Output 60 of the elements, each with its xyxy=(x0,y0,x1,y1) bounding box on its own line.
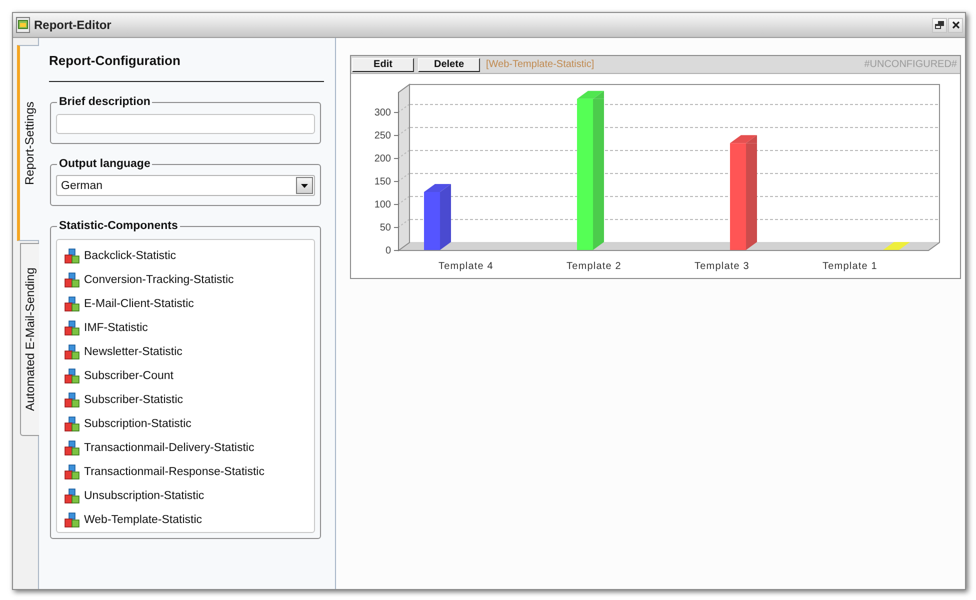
component-item[interactable]: Subscriber-Count xyxy=(57,364,314,388)
component-item[interactable]: Transactionmail-Delivery-Statistic xyxy=(57,436,314,460)
column-top-face xyxy=(883,242,910,250)
y-tick-label: 150 xyxy=(374,176,391,188)
panel-heading: Report-Configuration xyxy=(49,53,182,69)
component-item[interactable]: Conversion-Tracking-Statistic xyxy=(57,268,314,292)
component-item[interactable]: Subscription-Statistic xyxy=(57,412,314,436)
blocks-icon xyxy=(64,488,80,504)
blocks-icon xyxy=(64,296,80,312)
vertical-tab[interactable]: Automated E-Mail-Sending xyxy=(20,243,39,436)
status-text: #UNCONFIGURED# xyxy=(864,59,957,70)
y-tick-label: 50 xyxy=(380,222,391,234)
blocks-icon xyxy=(64,512,80,528)
vertical-tab[interactable]: Report-Settings xyxy=(17,45,39,241)
category-label: Template 4 xyxy=(438,261,494,272)
category-label: Template 2 xyxy=(566,261,622,272)
component-item[interactable]: Transactionmail-Response-Statistic xyxy=(57,460,314,484)
column-top-face xyxy=(577,90,604,99)
restore-button[interactable] xyxy=(932,18,947,32)
description-input[interactable] xyxy=(56,114,315,134)
component-item[interactable]: Web-Template-Statistic xyxy=(57,508,314,532)
y-tick-label: 200 xyxy=(374,154,391,164)
column-top-face xyxy=(424,184,451,192)
blocks-icon xyxy=(64,344,80,360)
component-item[interactable]: Newsletter-Statistic xyxy=(57,340,314,364)
document-icon xyxy=(16,17,30,33)
blocks-icon xyxy=(64,464,80,480)
component-item[interactable]: Subscriber-Statistic xyxy=(57,388,314,412)
y-tick-label: 250 xyxy=(374,130,391,142)
blocks-icon xyxy=(64,272,80,288)
dropdown-button[interactable] xyxy=(296,177,313,194)
blocks-icon xyxy=(64,320,80,336)
blocks-icon xyxy=(64,368,80,384)
caret-icon xyxy=(301,184,308,188)
close-icon xyxy=(952,21,960,29)
group-label: Statistic-Components xyxy=(58,220,179,233)
toolbar-button[interactable]: Delete xyxy=(418,58,480,72)
group-label: Brief description xyxy=(58,96,152,109)
group-label: Output language xyxy=(58,158,152,171)
component-item[interactable]: E-Mail-Client-Statistic xyxy=(57,292,314,316)
restore-icon xyxy=(935,21,944,29)
category-label: Template 3 xyxy=(694,261,750,272)
blocks-icon xyxy=(64,416,80,432)
component-item[interactable]: IMF-Statistic xyxy=(57,316,314,340)
toolbar-button[interactable]: Edit xyxy=(352,58,414,72)
close-button[interactable] xyxy=(948,18,963,32)
y-tick-label: 0 xyxy=(385,246,391,256)
blocks-icon xyxy=(64,392,80,408)
window-title: Report-Editor xyxy=(34,18,112,32)
blocks-icon xyxy=(64,248,80,264)
chart-bar xyxy=(424,192,451,250)
category-label: Template 1 xyxy=(822,261,878,272)
y-tick-label: 100 xyxy=(374,200,391,210)
component-item[interactable]: Unsubscription-Statistic xyxy=(57,484,314,508)
language-select[interactable]: German xyxy=(56,175,315,196)
blocks-icon xyxy=(64,440,80,456)
component-item[interactable]: Backclick-Statistic xyxy=(57,244,314,268)
y-tick-label: 300 xyxy=(374,108,391,118)
component-name: [Web-Template-Statistic] xyxy=(486,59,594,70)
column-top-face xyxy=(730,135,757,144)
